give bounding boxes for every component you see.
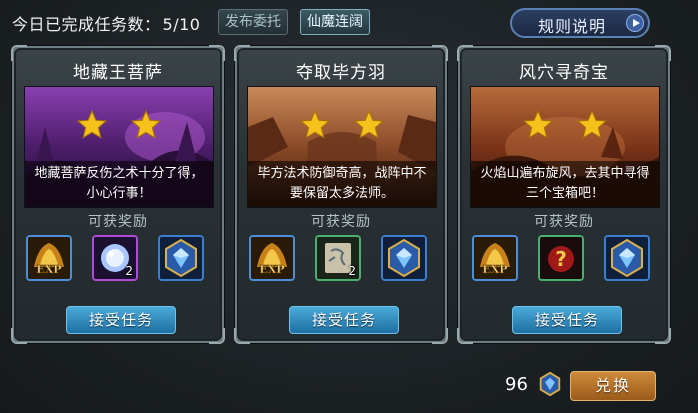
task-art: 火焰山遍布旋风，去其中寻得三个宝箱吧！ (470, 86, 660, 208)
reward-exp[interactable]: EXP (249, 235, 295, 281)
reward-gem[interactable] (158, 235, 204, 281)
star-icon (130, 109, 161, 139)
difficulty-stars (25, 109, 213, 145)
task-art: 地藏菩萨反伤之术十分了得，小心行事！ (24, 86, 214, 208)
svg-text:EXP: EXP (36, 263, 61, 276)
task-description: 火焰山遍布旋风，去其中寻得三个宝箱吧！ (471, 161, 659, 207)
blue-gem-icon (606, 237, 648, 279)
mystery-item-icon: ? (540, 237, 582, 279)
svg-text:EXP: EXP (482, 263, 507, 276)
progress-value: 5/10 (162, 15, 201, 34)
task-art: 毕方法术防御奇高，战阵中不要保留太多法师。 (247, 86, 437, 208)
task-card-1: 地藏王菩萨 地藏菩萨反伤之术十分了得，小心行事！ 可获奖励 EXP 2 接受任务 (11, 45, 225, 344)
task-progress: 今日已完成任务数： 5/10 (12, 11, 200, 35)
reward-gem[interactable] (604, 235, 650, 281)
reward-item[interactable]: 2 (315, 235, 361, 281)
accept-task-button[interactable]: 接受任务 (289, 306, 399, 334)
svg-text:EXP: EXP (259, 263, 284, 276)
accept-task-button[interactable]: 接受任务 (512, 306, 622, 334)
task-title: 风穴寻奇宝 (519, 63, 609, 83)
rules-label: 规则说明 (538, 17, 607, 36)
top-bar: 今日已完成任务数： 5/10 发布委托 仙魔连阔 规则说明 (0, 0, 698, 44)
rewards-label: 可获奖励 (534, 214, 594, 230)
star-icon (300, 109, 331, 139)
exp-icon: EXP (28, 237, 70, 279)
task-description: 毕方法术防御奇高，战阵中不要保留太多法师。 (248, 161, 436, 207)
exp-icon: EXP (251, 237, 293, 279)
reward-gem[interactable] (381, 235, 427, 281)
star-icon (576, 109, 607, 139)
star-icon (523, 109, 554, 139)
play-arrow-icon (626, 14, 644, 32)
blue-gem-icon (383, 237, 425, 279)
currency-amount: 96 (505, 374, 528, 395)
star-icon (353, 109, 384, 139)
rules-button[interactable]: 规则说明 (510, 8, 650, 38)
reward-item[interactable]: 2 (92, 235, 138, 281)
tab-publish[interactable]: 发布委托 (218, 9, 288, 35)
rewards-label: 可获奖励 (311, 214, 371, 230)
tab-xianmo[interactable]: 仙魔连阔 (300, 9, 370, 35)
currency-gem-icon (537, 371, 563, 397)
task-card-2: 夺取毕方羽 毕方法术防御奇高，战阵中不要保留太多法师。 可获奖励 EXP 2 接… (234, 45, 448, 344)
reward-exp[interactable]: EXP (26, 235, 72, 281)
difficulty-stars (471, 109, 659, 145)
reward-count: 2 (348, 264, 356, 278)
rewards-label: 可获奖励 (88, 214, 148, 230)
reward-count: 2 (125, 264, 133, 278)
exchange-button[interactable]: 兑换 (570, 371, 656, 401)
task-card-3: 风穴寻奇宝 火焰山遍布旋风，去其中寻得三个宝箱吧！ 可获奖励 EXP ? 接受任… (457, 45, 671, 344)
exp-icon: EXP (474, 237, 516, 279)
difficulty-stars (248, 109, 436, 145)
task-title: 地藏王菩萨 (73, 63, 163, 83)
star-icon (77, 109, 108, 139)
accept-task-button[interactable]: 接受任务 (66, 306, 176, 334)
reward-exp[interactable]: EXP (472, 235, 518, 281)
reward-item[interactable]: ? (538, 235, 584, 281)
blue-gem-icon (160, 237, 202, 279)
progress-label: 今日已完成任务数： (12, 15, 161, 34)
svg-text:?: ? (555, 247, 567, 271)
task-description: 地藏菩萨反伤之术十分了得，小心行事！ (25, 161, 213, 207)
task-title: 夺取毕方羽 (296, 63, 386, 83)
